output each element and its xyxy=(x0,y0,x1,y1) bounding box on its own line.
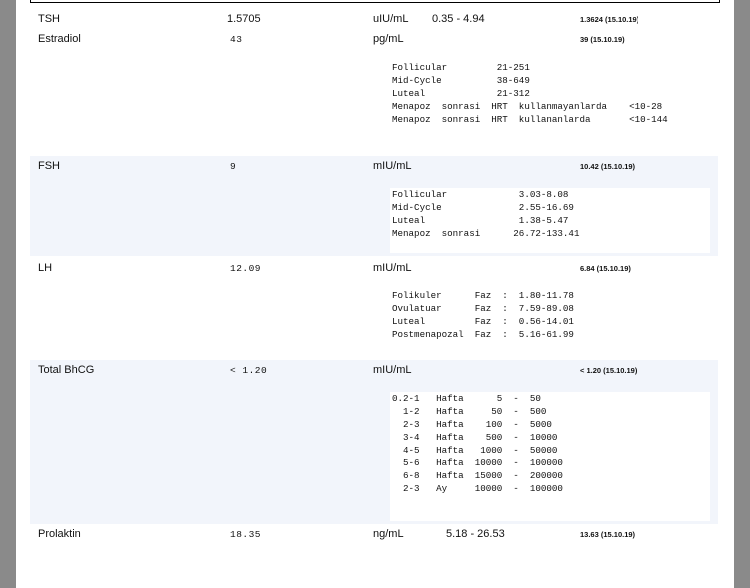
reference-line: 1-2 Hafta 50 - 500 xyxy=(392,405,547,417)
test-previous: 13.63 (15.10.19) xyxy=(580,530,636,539)
test-row-total-bhcg: Total BhCG < 1.20 mIU/mL < 1.20 (15.10.1… xyxy=(30,360,718,524)
test-previous: < 1.20 (15.10.19) xyxy=(580,366,638,375)
test-row-lh: LH 12.09 mIU/mL 6.84 (15.10.19) Folikule… xyxy=(30,258,718,358)
test-unit: mIU/mL xyxy=(373,262,412,274)
test-name: FSH xyxy=(38,160,60,172)
reference-line: Folikuler Faz : 1.80-11.78 xyxy=(392,290,574,301)
reference-box: Follicular 3.03-8.08 Mid-Cycle 2.55-16.6… xyxy=(390,188,710,253)
test-previous: 10.42 (15.10.19) xyxy=(580,162,636,171)
reference-line: 6-8 Hafta 15000 - 200000 xyxy=(392,470,563,482)
reference-box: Follicular 21-251 Mid-Cycle 38-649 Lutea… xyxy=(390,62,710,127)
reference-line: 5-6 Hafta 10000 - 100000 xyxy=(392,457,563,469)
test-value: 12.09 xyxy=(230,263,262,274)
reference-box: Folikuler Faz : 1.80-11.78 Ovulatuar Faz… xyxy=(390,290,710,342)
reference-line: Luteal 1.38-5.47 xyxy=(392,214,569,226)
test-value: 43 xyxy=(230,34,243,45)
reference-line: Menapoz sonrasi HRT kullanmayanlarda <10… xyxy=(392,100,663,112)
test-value: 1.5705 xyxy=(227,13,261,25)
reference-line: 4-5 Hafta 1000 - 50000 xyxy=(392,444,558,456)
test-name: Estradiol xyxy=(38,33,81,45)
reference-line: Menapoz sonrasi 26.72-133.41 xyxy=(392,227,580,239)
test-value: 18.35 xyxy=(230,529,262,540)
reference-line: Follicular 3.03-8.08 xyxy=(392,189,569,200)
test-previous: 6.84 (15.10.19) xyxy=(580,264,631,273)
test-range: 5.18 - 26.53 xyxy=(446,528,505,540)
test-name: Prolaktin xyxy=(38,528,81,540)
test-unit: mIU/mL xyxy=(373,160,412,172)
test-previous: 39 (15.10.19) xyxy=(580,35,625,44)
test-previous: 1.3624 (15.10.19) xyxy=(580,15,638,24)
test-unit: uIU/mL xyxy=(373,13,409,25)
reference-line: Follicular 21-251 xyxy=(392,62,530,73)
test-row-tsh: TSH 1.5705 uIU/mL 0.35 - 4.94 1.3624 (15… xyxy=(30,8,718,30)
test-range: 0.35 - 4.94 xyxy=(432,13,485,25)
test-row-estradiol: Estradiol 43 pg/mL 39 (15.10.19) Follicu… xyxy=(30,30,718,154)
reference-line: Mid-Cycle 2.55-16.69 xyxy=(392,201,574,213)
reference-line: Luteal Faz : 0.56-14.01 xyxy=(392,315,574,327)
reference-box: 0.2-1 Hafta 5 - 50 1-2 Hafta 50 - 500 2-… xyxy=(390,392,710,521)
reference-line: 3-4 Hafta 500 - 10000 xyxy=(392,431,558,443)
reference-line: Mid-Cycle 38-649 xyxy=(392,74,530,86)
reference-line: Ovulatuar Faz : 7.59-89.08 xyxy=(392,302,574,314)
reference-line: Postmenapozal Faz : 5.16-61.99 xyxy=(392,328,574,340)
test-name: LH xyxy=(38,262,53,274)
table-top-border xyxy=(30,0,720,3)
reference-line: Menapoz sonrasi HRT kullananlarda <10-14… xyxy=(392,113,668,125)
test-name: TSH xyxy=(38,13,60,25)
test-value: < 1.20 xyxy=(230,365,268,376)
test-row-prolaktin: Prolaktin 18.35 ng/mL 5.18 - 26.53 13.63… xyxy=(30,526,718,588)
test-unit: mIU/mL xyxy=(373,364,412,376)
reference-line: 0.2-1 Hafta 5 - 50 xyxy=(392,393,541,404)
test-value: 9 xyxy=(230,161,237,172)
test-unit: pg/mL xyxy=(373,33,404,45)
report-page: TSH 1.5705 uIU/mL 0.35 - 4.94 1.3624 (15… xyxy=(16,0,734,588)
reference-line: 2-3 Hafta 100 - 5000 xyxy=(392,418,552,430)
test-row-fsh: FSH 9 mIU/mL 10.42 (15.10.19) Follicular… xyxy=(30,156,718,256)
test-name: Total BhCG xyxy=(38,364,95,376)
reference-line: 2-3 Ay 10000 - 100000 xyxy=(392,483,563,495)
reference-line: Luteal 21-312 xyxy=(392,87,530,99)
test-unit: ng/mL xyxy=(373,528,404,540)
